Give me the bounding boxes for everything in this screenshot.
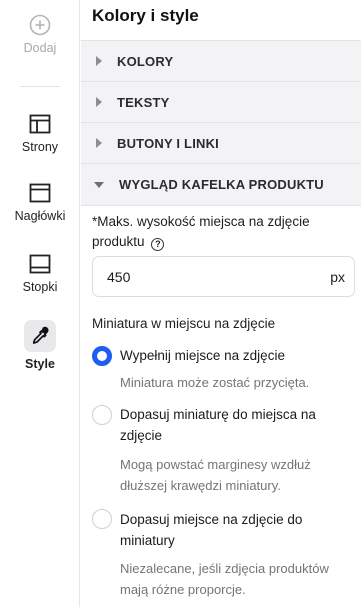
option-title[interactable]: Wypełnij miejsce na zdjęcie	[120, 345, 352, 366]
rail-item-pages[interactable]: Strony	[0, 114, 80, 154]
rail-item-label: Strony	[21, 140, 59, 154]
section-title: TEKSTY	[117, 94, 170, 110]
eyedropper-icon	[32, 326, 49, 344]
section-colors[interactable]: KOLORY	[81, 40, 361, 81]
section-texts[interactable]: TEKSTY	[81, 81, 361, 122]
option-description: Miniatura może zostać przycięta.	[120, 375, 310, 390]
footer-layout-icon	[29, 254, 51, 274]
add-button[interactable]: Dodaj	[0, 14, 80, 55]
pages-icon	[29, 114, 51, 134]
thumbnail-group-label: Miniatura w miejscu na zdjęcie	[92, 316, 276, 331]
max-height-label-text: *Maks. wysokość miejsca na zdjęcie produ…	[92, 214, 310, 249]
radio-fit-space[interactable]	[92, 509, 112, 529]
option-description: Niezalecane, jeśli zdjęcia produktów maj…	[120, 561, 329, 597]
section-product-tile[interactable]: WYGLĄD KAFELKA PRODUKTU	[81, 163, 361, 206]
rail-item-label: Style	[25, 357, 55, 371]
section-title: BUTONY I LINKI	[117, 135, 219, 151]
add-label: Dodaj	[23, 41, 57, 55]
section-title: KOLORY	[117, 53, 174, 69]
section-buttons-links[interactable]: BUTONY I LINKI	[81, 122, 361, 163]
rail-item-footers[interactable]: Stopki	[0, 254, 80, 294]
option-title[interactable]: Dopasuj miejsce na zdjęcie do miniatury	[120, 509, 352, 551]
plus-circle-icon	[29, 14, 51, 36]
styles-panel: Kolory i style KOLORY TEKSTY BUTONY I LI…	[81, 0, 361, 607]
max-height-field: px	[92, 256, 355, 297]
rail-item-style[interactable]: Style	[0, 320, 80, 371]
unit-label: px	[330, 269, 345, 285]
chevron-right-icon	[96, 56, 102, 66]
chevron-down-icon	[94, 181, 104, 188]
option-title[interactable]: Dopasuj miniaturę do miejsca na zdjęcie	[120, 404, 352, 446]
max-height-input[interactable]	[107, 257, 307, 296]
section-title: WYGLĄD KAFELKA PRODUKTU	[119, 177, 324, 192]
rail-item-label: Stopki	[22, 280, 58, 294]
radio-fit-thumbnail[interactable]	[92, 405, 112, 425]
chevron-right-icon	[96, 97, 102, 107]
max-height-label: *Maks. wysokość miejsca na zdjęcie produ…	[92, 212, 354, 252]
option-description: Mogą powstać marginesy wzdłuż dłuższej k…	[120, 457, 311, 493]
rail-item-headers[interactable]: Nagłówki	[0, 183, 80, 223]
header-layout-icon	[29, 183, 51, 203]
help-icon[interactable]: ?	[151, 238, 165, 251]
rail-divider	[20, 86, 60, 87]
rail-item-label: Nagłówki	[14, 209, 66, 223]
chevron-right-icon	[96, 138, 102, 148]
active-indicator	[24, 320, 56, 352]
radio-fill[interactable]	[92, 346, 112, 366]
page-title: Kolory i style	[92, 6, 199, 25]
left-rail: Dodaj Strony Nagłówki Stopki Style	[0, 0, 80, 607]
